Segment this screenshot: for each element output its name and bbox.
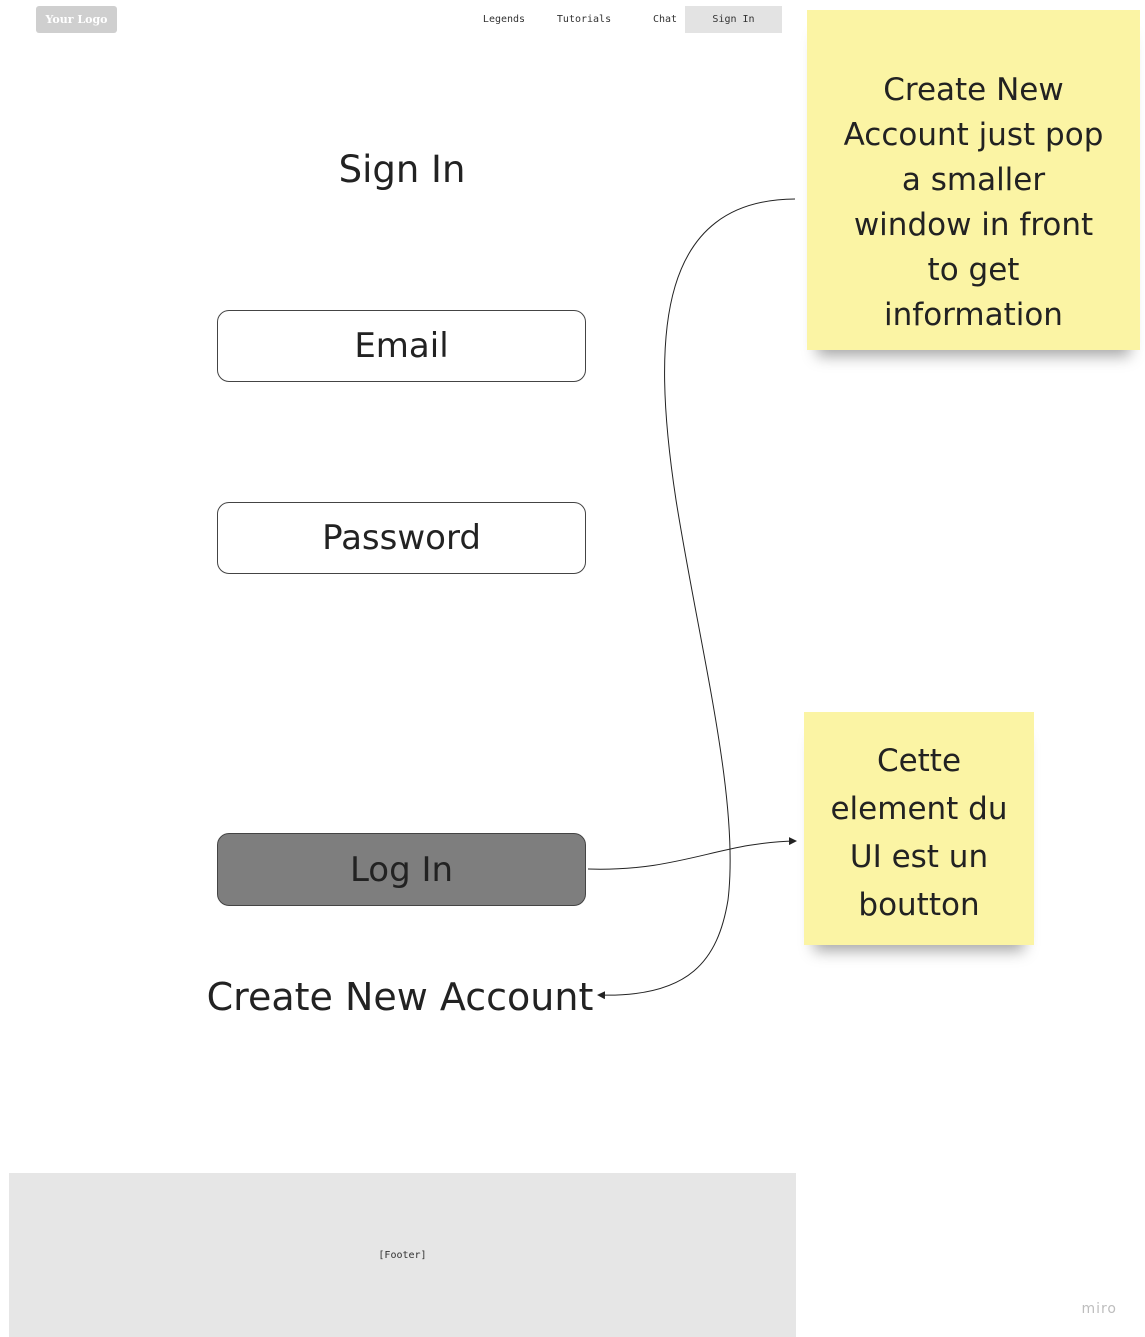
create-account-link[interactable]: Create New Account <box>190 975 610 1019</box>
miro-watermark: miro <box>1081 1301 1117 1317</box>
connector-login-button <box>587 837 797 870</box>
sticky-note-button: Cette element du UI est un boutton <box>804 712 1034 945</box>
connector-create-account <box>597 198 796 1000</box>
page-title: Sign In <box>338 148 466 191</box>
footer-label: [Footer] <box>378 1249 427 1261</box>
nav-legends[interactable]: Legends <box>474 6 534 33</box>
logo[interactable]: Your Logo <box>36 6 117 33</box>
email-placeholder: Email <box>354 326 449 366</box>
footer: [Footer] <box>9 1173 796 1337</box>
nav-sign-in[interactable]: Sign In <box>685 6 782 33</box>
login-button[interactable]: Log In <box>217 833 586 906</box>
nav-tutorials[interactable]: Tutorials <box>554 6 614 33</box>
password-placeholder: Password <box>322 518 481 558</box>
sticky-note-create-account: Create New Account just pop a smaller wi… <box>807 10 1140 350</box>
sticky-note-text: Cette element du UI est un boutton <box>830 743 1008 923</box>
sticky-note-text: Create New Account just pop a smaller wi… <box>843 72 1104 333</box>
nav-chat[interactable]: Chat <box>640 6 690 33</box>
email-field[interactable]: Email <box>217 310 586 382</box>
login-button-label: Log In <box>349 849 454 890</box>
password-field[interactable]: Password <box>217 502 586 574</box>
